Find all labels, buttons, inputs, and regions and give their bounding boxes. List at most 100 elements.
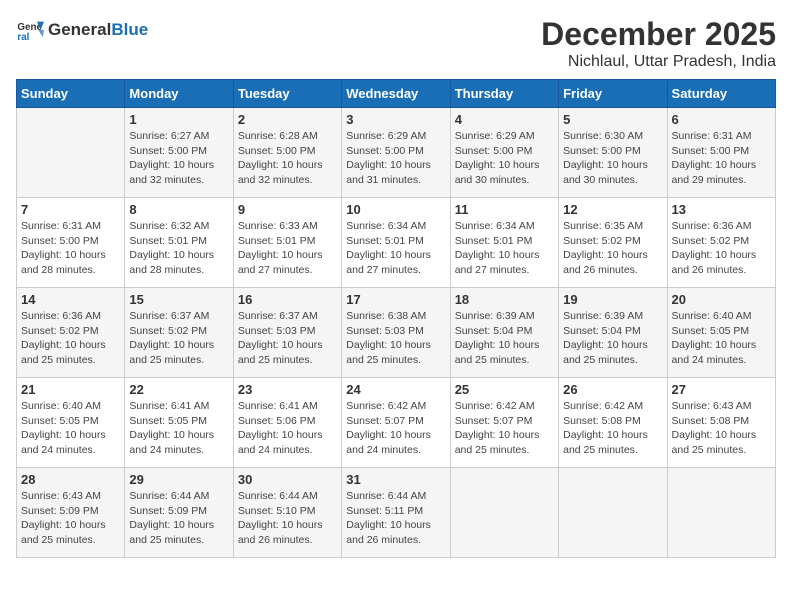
cell-w1d2: 2Sunrise: 6:28 AM Sunset: 5:00 PM Daylig…	[233, 108, 341, 198]
cell-w2d4: 11 Sunrise: 6:34 AM Sunset: 5:01 PM Dayli…	[450, 198, 558, 288]
day-info: Sunrise: 6:42 AM Sunset: 5:07 PM Dayligh…	[455, 399, 554, 458]
day-info: Sunrise: 6:33 AM Sunset: 5:01 PM Dayligh…	[238, 219, 337, 278]
day-info: Sunrise: 6:36 AM Sunset: 5:02 PM Dayligh…	[21, 309, 120, 368]
col-tuesday: Tuesday	[233, 80, 341, 108]
cell-w2d0: 7 Sunrise: 6:31 AM Sunset: 5:00 PM Daylig…	[17, 198, 125, 288]
cell-w2d1: 8 Sunrise: 6:32 AM Sunset: 5:01 PM Daylig…	[125, 198, 233, 288]
cell-w1d5: 5Sunrise: 6:30 AM Sunset: 5:00 PM Daylig…	[559, 108, 667, 198]
day-info: Sunrise: 6:44 AM Sunset: 5:10 PM Dayligh…	[238, 489, 337, 548]
day-number: 26	[563, 382, 662, 397]
col-monday: Monday	[125, 80, 233, 108]
week-row-5: 28Sunrise: 6:43 AM Sunset: 5:09 PM Dayli…	[17, 468, 776, 558]
day-number: 12	[563, 202, 662, 217]
day-number: 18	[455, 292, 554, 307]
day-info: Sunrise: 6:39 AM Sunset: 5:04 PM Dayligh…	[563, 309, 662, 368]
cell-w5d3: 31Sunrise: 6:44 AM Sunset: 5:11 PM Dayli…	[342, 468, 450, 558]
cell-w4d5: 26 Sunrise: 6:42 AM Sunset: 5:08 PM Dayli…	[559, 378, 667, 468]
cell-w1d3: 3 Sunrise: 6:29 AM Sunset: 5:00 PM Daylig…	[342, 108, 450, 198]
day-info: Sunrise: 6:41 AM Sunset: 5:06 PM Dayligh…	[238, 399, 337, 458]
cell-w2d5: 12 Sunrise: 6:35 AM Sunset: 5:02 PM Dayli…	[559, 198, 667, 288]
day-number: 21	[21, 382, 120, 397]
svg-text:ral: ral	[17, 32, 29, 43]
week-row-3: 14 Sunrise: 6:36 AM Sunset: 5:02 PM Dayli…	[17, 288, 776, 378]
header-row: Sunday Monday Tuesday Wednesday Thursday…	[17, 80, 776, 108]
day-number: 8	[129, 202, 228, 217]
week-row-2: 7 Sunrise: 6:31 AM Sunset: 5:00 PM Daylig…	[17, 198, 776, 288]
cell-w3d0: 14 Sunrise: 6:36 AM Sunset: 5:02 PM Dayli…	[17, 288, 125, 378]
day-number: 10	[346, 202, 445, 217]
day-number: 14	[21, 292, 120, 307]
cell-w5d6	[667, 468, 775, 558]
day-number: 23	[238, 382, 337, 397]
cell-w4d1: 22 Sunrise: 6:41 AM Sunset: 5:05 PM Dayli…	[125, 378, 233, 468]
day-number: 24	[346, 382, 445, 397]
cell-w4d2: 23 Sunrise: 6:41 AM Sunset: 5:06 PM Dayli…	[233, 378, 341, 468]
day-info: Sunrise: 6:29 AM Sunset: 5:00 PM Dayligh…	[346, 129, 445, 188]
cell-w4d3: 24Sunrise: 6:42 AM Sunset: 5:07 PM Dayli…	[342, 378, 450, 468]
day-number: 19	[563, 292, 662, 307]
day-info: Sunrise: 6:44 AM Sunset: 5:11 PM Dayligh…	[346, 489, 445, 548]
day-number: 16	[238, 292, 337, 307]
day-number: 27	[672, 382, 771, 397]
day-info: Sunrise: 6:32 AM Sunset: 5:01 PM Dayligh…	[129, 219, 228, 278]
col-wednesday: Wednesday	[342, 80, 450, 108]
day-number: 9	[238, 202, 337, 217]
col-saturday: Saturday	[667, 80, 775, 108]
day-number: 7	[21, 202, 120, 217]
day-info: Sunrise: 6:31 AM Sunset: 5:00 PM Dayligh…	[672, 129, 771, 188]
day-number: 17	[346, 292, 445, 307]
cell-w5d0: 28Sunrise: 6:43 AM Sunset: 5:09 PM Dayli…	[17, 468, 125, 558]
cell-w2d2: 9 Sunrise: 6:33 AM Sunset: 5:01 PM Daylig…	[233, 198, 341, 288]
logo-icon: Gene ral	[16, 16, 44, 44]
day-number: 22	[129, 382, 228, 397]
logo: Gene ral GeneralBlue	[16, 16, 148, 44]
header: Gene ral GeneralBlue December 2025 Nichl…	[16, 16, 776, 71]
day-number: 25	[455, 382, 554, 397]
cell-w3d3: 17Sunrise: 6:38 AM Sunset: 5:03 PM Dayli…	[342, 288, 450, 378]
cell-w3d6: 20 Sunrise: 6:40 AM Sunset: 5:05 PM Dayli…	[667, 288, 775, 378]
day-info: Sunrise: 6:34 AM Sunset: 5:01 PM Dayligh…	[455, 219, 554, 278]
day-info: Sunrise: 6:29 AM Sunset: 5:00 PM Dayligh…	[455, 129, 554, 188]
cell-w5d5	[559, 468, 667, 558]
day-info: Sunrise: 6:37 AM Sunset: 5:02 PM Dayligh…	[129, 309, 228, 368]
day-info: Sunrise: 6:43 AM Sunset: 5:09 PM Dayligh…	[21, 489, 120, 548]
day-number: 4	[455, 112, 554, 127]
day-number: 3	[346, 112, 445, 127]
day-number: 6	[672, 112, 771, 127]
day-number: 15	[129, 292, 228, 307]
month-title: December 2025	[541, 16, 776, 53]
day-number: 20	[672, 292, 771, 307]
day-number: 30	[238, 472, 337, 487]
day-info: Sunrise: 6:34 AM Sunset: 5:01 PM Dayligh…	[346, 219, 445, 278]
cell-w3d2: 16 Sunrise: 6:37 AM Sunset: 5:03 PM Dayli…	[233, 288, 341, 378]
day-info: Sunrise: 6:44 AM Sunset: 5:09 PM Dayligh…	[129, 489, 228, 548]
day-number: 29	[129, 472, 228, 487]
day-info: Sunrise: 6:40 AM Sunset: 5:05 PM Dayligh…	[21, 399, 120, 458]
day-info: Sunrise: 6:41 AM Sunset: 5:05 PM Dayligh…	[129, 399, 228, 458]
day-info: Sunrise: 6:27 AM Sunset: 5:00 PM Dayligh…	[129, 129, 228, 188]
cell-w4d0: 21 Sunrise: 6:40 AM Sunset: 5:05 PM Dayli…	[17, 378, 125, 468]
cell-w5d4	[450, 468, 558, 558]
day-info: Sunrise: 6:35 AM Sunset: 5:02 PM Dayligh…	[563, 219, 662, 278]
day-info: Sunrise: 6:37 AM Sunset: 5:03 PM Dayligh…	[238, 309, 337, 368]
day-info: Sunrise: 6:40 AM Sunset: 5:05 PM Dayligh…	[672, 309, 771, 368]
day-info: Sunrise: 6:39 AM Sunset: 5:04 PM Dayligh…	[455, 309, 554, 368]
col-thursday: Thursday	[450, 80, 558, 108]
col-sunday: Sunday	[17, 80, 125, 108]
cell-w4d4: 25 Sunrise: 6:42 AM Sunset: 5:07 PM Dayli…	[450, 378, 558, 468]
day-info: Sunrise: 6:42 AM Sunset: 5:08 PM Dayligh…	[563, 399, 662, 458]
day-number: 13	[672, 202, 771, 217]
day-number: 11	[455, 202, 554, 217]
cell-w3d4: 18 Sunrise: 6:39 AM Sunset: 5:04 PM Dayli…	[450, 288, 558, 378]
cell-w5d2: 30 Sunrise: 6:44 AM Sunset: 5:10 PM Dayli…	[233, 468, 341, 558]
title-area: December 2025 Nichlaul, Uttar Pradesh, I…	[541, 16, 776, 71]
cell-w1d6: 6 Sunrise: 6:31 AM Sunset: 5:00 PM Daylig…	[667, 108, 775, 198]
cell-w3d5: 19 Sunrise: 6:39 AM Sunset: 5:04 PM Dayli…	[559, 288, 667, 378]
cell-w5d1: 29 Sunrise: 6:44 AM Sunset: 5:09 PM Dayli…	[125, 468, 233, 558]
logo-general: General	[48, 20, 111, 39]
col-friday: Friday	[559, 80, 667, 108]
cell-w1d1: 1Sunrise: 6:27 AM Sunset: 5:00 PM Daylig…	[125, 108, 233, 198]
day-info: Sunrise: 6:31 AM Sunset: 5:00 PM Dayligh…	[21, 219, 120, 278]
cell-w4d6: 27Sunrise: 6:43 AM Sunset: 5:08 PM Dayli…	[667, 378, 775, 468]
cell-w1d4: 4 Sunrise: 6:29 AM Sunset: 5:00 PM Daylig…	[450, 108, 558, 198]
